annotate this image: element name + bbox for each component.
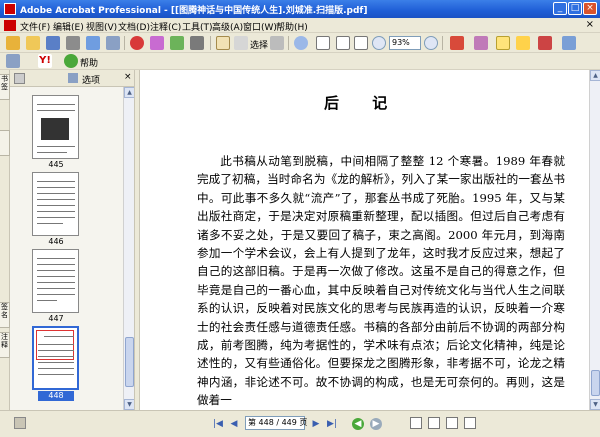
menu-advanced[interactable]: 高级(A): [212, 20, 243, 33]
page-thumbnail[interactable]: [32, 172, 79, 236]
page-thumbnail[interactable]: [32, 95, 79, 159]
scroll-thumb[interactable]: [125, 337, 134, 387]
page-thumbnail[interactable]: [32, 249, 79, 313]
zoom-plus-icon[interactable]: [424, 36, 438, 50]
select-tool-icon[interactable]: [234, 36, 248, 50]
single-page-icon[interactable]: [410, 417, 422, 429]
previous-page-icon[interactable]: ◀: [228, 418, 240, 430]
title-bar: Adobe Acrobat Professional - [[图腾神话与中国传统…: [0, 0, 600, 18]
actual-size-icon[interactable]: [316, 36, 330, 50]
tab-signatures[interactable]: 签名: [0, 302, 10, 328]
thumbnail-illustration: [41, 118, 69, 140]
pages-panel-header: 选项 ×: [10, 70, 134, 87]
tab-bookmarks[interactable]: 书签: [0, 74, 10, 100]
menu-tools[interactable]: 工具(T): [182, 20, 213, 33]
menu-edit[interactable]: 编辑(E): [53, 20, 84, 33]
menu-view[interactable]: 视图(V): [86, 20, 117, 33]
page-size-icon[interactable]: [14, 417, 26, 429]
next-page-icon[interactable]: ▶: [310, 418, 322, 430]
page-body-text: 此书稿从动笔到脱稿，中间相隔了整整 12 个寒暑。1989 年春就完成了初稿，当…: [197, 154, 565, 408]
pages-panel: 选项 × 445 446 447 448 ▲ ▼: [10, 70, 134, 410]
open-folder-icon[interactable]: [26, 36, 40, 50]
highlight-icon[interactable]: [516, 36, 530, 50]
doc-scroll-thumb[interactable]: [591, 370, 600, 396]
acrobat-app-icon[interactable]: [4, 3, 16, 15]
page-heading: 后 记: [324, 94, 402, 112]
pdf-output-icon[interactable]: [450, 36, 464, 50]
continuous-icon[interactable]: [428, 417, 440, 429]
zoom-out-icon[interactable]: [372, 36, 386, 50]
menu-file[interactable]: 文件(F): [20, 20, 50, 33]
secondary-toolbar: Y! 帮助: [0, 53, 600, 70]
menu-help[interactable]: 帮助(H): [276, 20, 308, 33]
document-page: 后 记 此书稿从动笔到脱稿，中间相隔了整整 12 个寒暑。1989 年春就完成了…: [140, 70, 589, 410]
document-menu-icon[interactable]: [4, 20, 16, 31]
thumbnail-label: 447: [48, 314, 64, 323]
doc-scroll-down-icon[interactable]: ▼: [590, 399, 600, 410]
page-navigation-icon[interactable]: [6, 54, 20, 68]
status-bar: |◀ ◀ 第 448 / 449 页 ▶ ▶| ◀ ▶: [0, 410, 600, 437]
page-number-field[interactable]: 第 448 / 449 页: [245, 416, 307, 430]
hand-tool-icon[interactable]: [216, 36, 230, 50]
security-icon[interactable]: [130, 36, 144, 50]
close-button[interactable]: ×: [583, 2, 597, 15]
create-pdf-icon[interactable]: [6, 36, 20, 50]
scroll-up-icon[interactable]: ▲: [124, 87, 134, 98]
document-close-button[interactable]: ×: [586, 19, 594, 30]
snapshot-icon[interactable]: [270, 36, 284, 50]
go-forward-icon[interactable]: ▶: [370, 418, 382, 430]
panel-close-icon[interactable]: ×: [124, 72, 132, 82]
thumbnail-list: 445 446 447 448 ▲ ▼: [10, 87, 134, 410]
zoom-in-icon[interactable]: [294, 36, 308, 50]
sign-icon[interactable]: [150, 36, 164, 50]
yahoo-icon[interactable]: Y!: [38, 54, 52, 68]
fit-width-icon[interactable]: [354, 36, 368, 50]
tab-comments[interactable]: 注释: [0, 332, 10, 358]
paperclip-icon[interactable]: [106, 36, 120, 50]
document-scrollbar[interactable]: ▲ ▼: [589, 70, 600, 410]
last-page-icon[interactable]: ▶|: [326, 418, 338, 430]
review-icon[interactable]: [170, 36, 184, 50]
menu-document[interactable]: 文档(D): [118, 20, 150, 33]
maximize-button[interactable]: □: [568, 2, 582, 15]
go-back-icon[interactable]: ◀: [352, 418, 364, 430]
menu-bar: 文件(F) 编辑(E) 视图(V) 文档(D) 注释(C) 工具(T) 高级(A…: [0, 18, 600, 33]
tab-thumbnails[interactable]: [0, 130, 10, 156]
save-icon[interactable]: [46, 36, 60, 50]
navigation-tabs: 书签 签名 注释: [0, 70, 10, 410]
menu-window[interactable]: 窗口(W): [243, 20, 277, 33]
zoom-field[interactable]: 93%: [389, 36, 421, 50]
delete-page-icon[interactable]: [14, 73, 25, 84]
main-toolbar: 选择 93%: [0, 33, 600, 53]
continuous-facing-icon[interactable]: [464, 417, 476, 429]
scroll-down-icon[interactable]: ▼: [124, 399, 134, 410]
thumbnail-label-selected: 448: [38, 391, 74, 401]
thumbnail-scrollbar[interactable]: ▲ ▼: [123, 87, 134, 410]
thumbnail-label: 445: [48, 160, 64, 169]
stamp-icon[interactable]: [474, 36, 488, 50]
thumbnail-label: 446: [48, 237, 64, 246]
email-icon[interactable]: [86, 36, 100, 50]
minimize-button[interactable]: _: [553, 2, 567, 15]
forms-icon[interactable]: [190, 36, 204, 50]
more-tools-icon[interactable]: [562, 36, 576, 50]
print-icon[interactable]: [66, 36, 80, 50]
select-tool-label[interactable]: 选择: [250, 38, 268, 51]
menu-comments[interactable]: 注释(C): [150, 20, 181, 33]
fit-page-icon[interactable]: [336, 36, 350, 50]
window-title: Adobe Acrobat Professional - [[图腾神话与中国传统…: [20, 6, 368, 16]
doc-scroll-up-icon[interactable]: ▲: [590, 70, 600, 81]
options-icon: [68, 73, 78, 83]
pencil-icon[interactable]: [538, 36, 552, 50]
note-icon[interactable]: [496, 36, 510, 50]
page-thumbnail-selected[interactable]: [32, 326, 79, 390]
help-icon[interactable]: [64, 54, 78, 68]
facing-icon[interactable]: [446, 417, 458, 429]
first-page-icon[interactable]: |◀: [212, 418, 224, 430]
help-label[interactable]: 帮助: [80, 56, 98, 69]
options-button[interactable]: 选项: [82, 73, 100, 86]
